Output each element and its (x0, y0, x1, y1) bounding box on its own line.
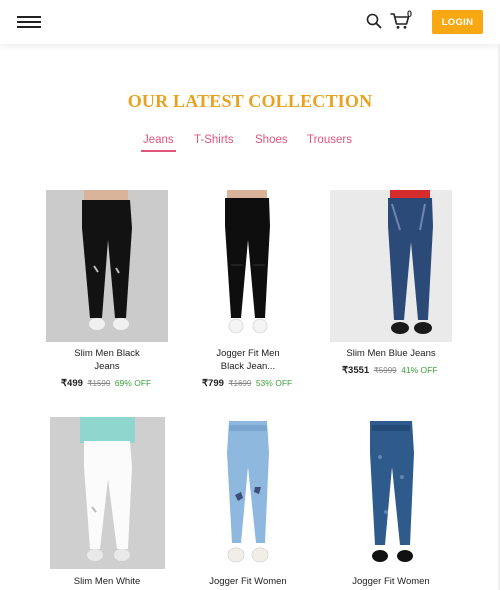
product-mrp: ₹1599 (87, 379, 111, 388)
product-name-line1[interactable]: Jogger Fit Men (178, 347, 318, 360)
product-discount: 41% OFF (401, 365, 438, 375)
cart-count-badge: 0 (407, 9, 413, 19)
product-mrp: ₹5999 (373, 366, 397, 375)
product-name-line1[interactable]: Jogger Fit Women (321, 575, 461, 588)
product-image[interactable] (50, 417, 165, 569)
product-name-line1[interactable]: Slim Men White (37, 575, 177, 588)
tab-trousers[interactable]: Trousers (307, 134, 352, 146)
hamburger-icon[interactable] (17, 16, 41, 28)
tab-t-shirts[interactable]: T-Shirts (194, 134, 234, 146)
product-name-line1[interactable]: Slim Men Black (37, 347, 177, 360)
product-price: ₹3551 (342, 365, 370, 376)
product-image[interactable] (46, 190, 168, 342)
product-price: ₹499 (61, 378, 83, 389)
product-mrp: ₹1699 (228, 379, 252, 388)
price-row: ₹3551 ₹5999 41% OFF (342, 365, 482, 376)
category-tabs: Jeans T-Shirts Shoes Trousers (0, 134, 500, 154)
product-discount: 53% OFF (255, 378, 293, 388)
product-name-line2[interactable]: Jeans (37, 360, 177, 373)
product-name-line1[interactable]: Jogger Fit Women (178, 575, 318, 588)
search-icon[interactable] (366, 13, 382, 29)
product-name-line2[interactable]: Black Jean... (178, 360, 318, 373)
product-image[interactable] (330, 190, 452, 342)
product-image[interactable] (330, 417, 452, 569)
price-row: ₹499 ₹1599 69% OFF (61, 378, 201, 389)
product-price: ₹799 (202, 378, 224, 389)
login-button[interactable]: LOGIN (432, 10, 483, 34)
top-header: 0 LOGIN (0, 0, 500, 44)
product-discount: 69% OFF (114, 378, 152, 388)
section-title: OUR LATEST COLLECTION (127, 91, 373, 111)
tab-shoes[interactable]: Shoes (255, 134, 288, 146)
product-image[interactable] (187, 190, 309, 342)
price-row: ₹799 ₹1699 53% OFF (202, 378, 342, 389)
tab-jeans[interactable]: Jeans (141, 134, 176, 152)
product-name-line1[interactable]: Slim Men Blue Jeans (321, 347, 461, 360)
product-image[interactable] (187, 417, 309, 569)
